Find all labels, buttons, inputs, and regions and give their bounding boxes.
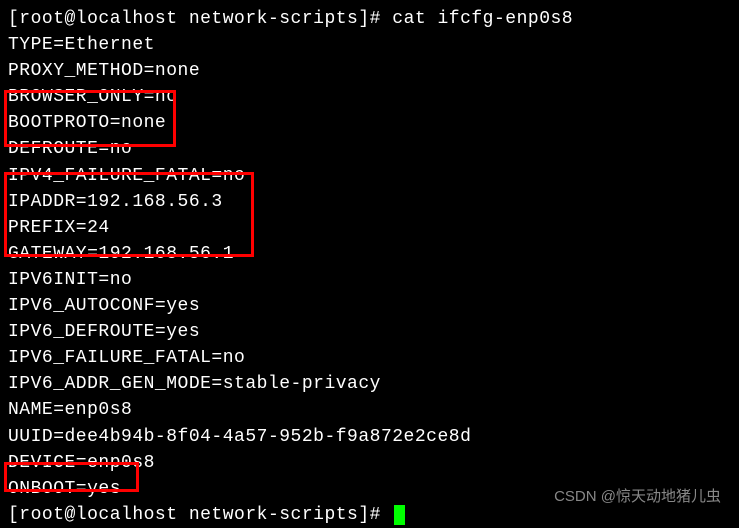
- file-content-line: BOOTPROTO=none: [8, 110, 731, 136]
- file-content-line: IPV6_DEFROUTE=yes: [8, 319, 731, 345]
- shell-command: cat ifcfg-enp0s8: [392, 9, 573, 29]
- file-content-line: PROXY_METHOD=none: [8, 58, 731, 84]
- file-content-line: NAME=enp0s8: [8, 397, 731, 423]
- file-content-line: DEVICE=enp0s8: [8, 450, 731, 476]
- file-content-line: BROWSER_ONLY=no: [8, 84, 731, 110]
- file-content-line: TYPE=Ethernet: [8, 32, 731, 58]
- file-content-line: PREFIX=24: [8, 215, 731, 241]
- file-content-line: IPV6INIT=no: [8, 267, 731, 293]
- file-content-line: GATEWAY=192.168.56.1: [8, 241, 731, 267]
- file-content-line: DEFROUTE=no: [8, 136, 731, 162]
- terminal-command-line: [root@localhost network-scripts]# cat if…: [8, 6, 731, 32]
- file-content-line: IPV6_ADDR_GEN_MODE=stable-privacy: [8, 371, 731, 397]
- file-content-line: UUID=dee4b94b-8f04-4a57-952b-f9a872e2ce8…: [8, 424, 731, 450]
- file-content-line: IPADDR=192.168.56.3: [8, 189, 731, 215]
- watermark-text: CSDN @惊天动地猪儿虫: [554, 486, 721, 508]
- file-content-line: IPV4_FAILURE_FATAL=no: [8, 163, 731, 189]
- file-content-line: IPV6_FAILURE_FATAL=no: [8, 345, 731, 371]
- file-content-line: IPV6_AUTOCONF=yes: [8, 293, 731, 319]
- shell-prompt: [root@localhost network-scripts]#: [8, 9, 392, 29]
